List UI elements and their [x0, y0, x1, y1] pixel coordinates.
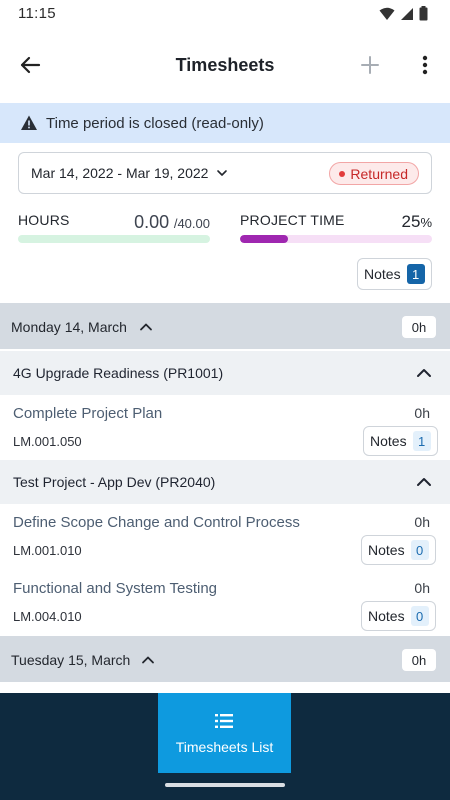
status-badge-label: Returned [350, 165, 408, 182]
period-selector[interactable]: Mar 14, 2022 - Mar 19, 2022 Returned [18, 152, 432, 194]
tab-timesheets-list[interactable]: Timesheets List [158, 693, 291, 773]
notes-label: Notes [368, 542, 405, 558]
notes-label: Notes [364, 266, 401, 282]
warning-icon [21, 115, 37, 130]
day-hours: 0h [402, 316, 436, 338]
list-icon [215, 714, 233, 728]
status-badge: Returned [329, 162, 419, 185]
notes-count: 1 [406, 264, 425, 284]
plus-icon [361, 56, 379, 74]
hours-worked: 0.00 [134, 212, 170, 232]
task-notes-button[interactable]: Notes 1 [363, 426, 438, 456]
app-bar: Timesheets [0, 38, 450, 94]
notes-label: Notes [370, 433, 407, 449]
notes-count: 1 [412, 431, 431, 451]
home-indicator[interactable] [165, 783, 285, 787]
day-label: Tuesday 15, March [11, 652, 131, 668]
hours-metric: HOURS 0.00 /40.00 [18, 212, 210, 243]
task-row[interactable]: Define Scope Change and Control Process … [0, 504, 450, 570]
status-bar: 11:15 [0, 0, 450, 30]
task-hours: 0h [414, 405, 430, 421]
task-code: LM.001.050 [13, 434, 82, 449]
task-name: Define Scope Change and Control Process [13, 514, 300, 531]
project-time-value: 25% [402, 212, 432, 232]
bottom-navigation: Timesheets List [0, 693, 450, 800]
chevron-up-icon [140, 323, 152, 331]
chevron-down-icon [217, 170, 227, 176]
status-dot [339, 170, 346, 177]
task-notes-button[interactable]: Notes 0 [361, 535, 436, 565]
task-notes-button[interactable]: Notes 0 [361, 601, 436, 631]
task-row[interactable]: Functional and System Testing 0h LM.004.… [0, 570, 450, 636]
hours-label: HOURS [18, 212, 70, 228]
period-range: Mar 14, 2022 - Mar 19, 2022 [31, 165, 209, 181]
task-name: Functional and System Testing [13, 580, 218, 597]
project-time-number: 25 [401, 212, 421, 231]
project-time-progress-fill [240, 235, 288, 243]
chevron-up-icon [417, 369, 431, 377]
signal-icon [401, 7, 413, 20]
project-header[interactable]: Test Project - App Dev (PR2040) [0, 460, 450, 504]
day-label: Monday 14, March [11, 319, 127, 335]
task-code: LM.001.010 [13, 543, 82, 558]
notes-count: 0 [410, 540, 429, 560]
task-row[interactable]: Complete Project Plan 0h LM.001.050 Note… [0, 395, 450, 461]
task-hours: 0h [414, 580, 430, 596]
more-options-button[interactable] [414, 51, 436, 79]
task-code: LM.004.010 [13, 609, 82, 624]
hours-total: /40.00 [173, 216, 210, 231]
project-header[interactable]: 4G Upgrade Readiness (PR1001) [0, 351, 450, 395]
chevron-up-icon [142, 656, 154, 664]
day-header-tuesday[interactable]: Tuesday 15, March 0h [0, 636, 450, 682]
status-icons [379, 6, 428, 21]
task-hours: 0h [414, 514, 430, 530]
hours-progress-bar [18, 235, 210, 243]
project-time-progress-bar [240, 235, 432, 243]
day-hours: 0h [402, 649, 436, 671]
status-time: 11:15 [18, 5, 56, 22]
battery-icon [419, 6, 428, 21]
hours-value: 0.00 /40.00 [134, 212, 210, 233]
project-name: Test Project - App Dev (PR2040) [13, 474, 216, 490]
read-only-banner: Time period is closed (read-only) [0, 103, 450, 143]
project-time-metric: PROJECT TIME 25% [240, 212, 432, 243]
project-time-unit: % [420, 215, 432, 230]
add-button[interactable] [356, 51, 384, 79]
banner-text: Time period is closed (read-only) [46, 114, 264, 132]
tab-label: Timesheets List [175, 739, 274, 755]
project-name: 4G Upgrade Readiness (PR1001) [13, 365, 224, 381]
summary-notes-button[interactable]: Notes 1 [357, 258, 432, 290]
notes-count: 0 [410, 606, 429, 626]
task-name: Complete Project Plan [13, 405, 163, 422]
chevron-up-icon [417, 478, 431, 486]
day-header-monday[interactable]: Monday 14, March 0h [0, 303, 450, 349]
project-time-label: PROJECT TIME [240, 212, 345, 228]
notes-label: Notes [368, 608, 405, 624]
more-vertical-icon [422, 55, 428, 75]
wifi-icon [379, 7, 395, 20]
